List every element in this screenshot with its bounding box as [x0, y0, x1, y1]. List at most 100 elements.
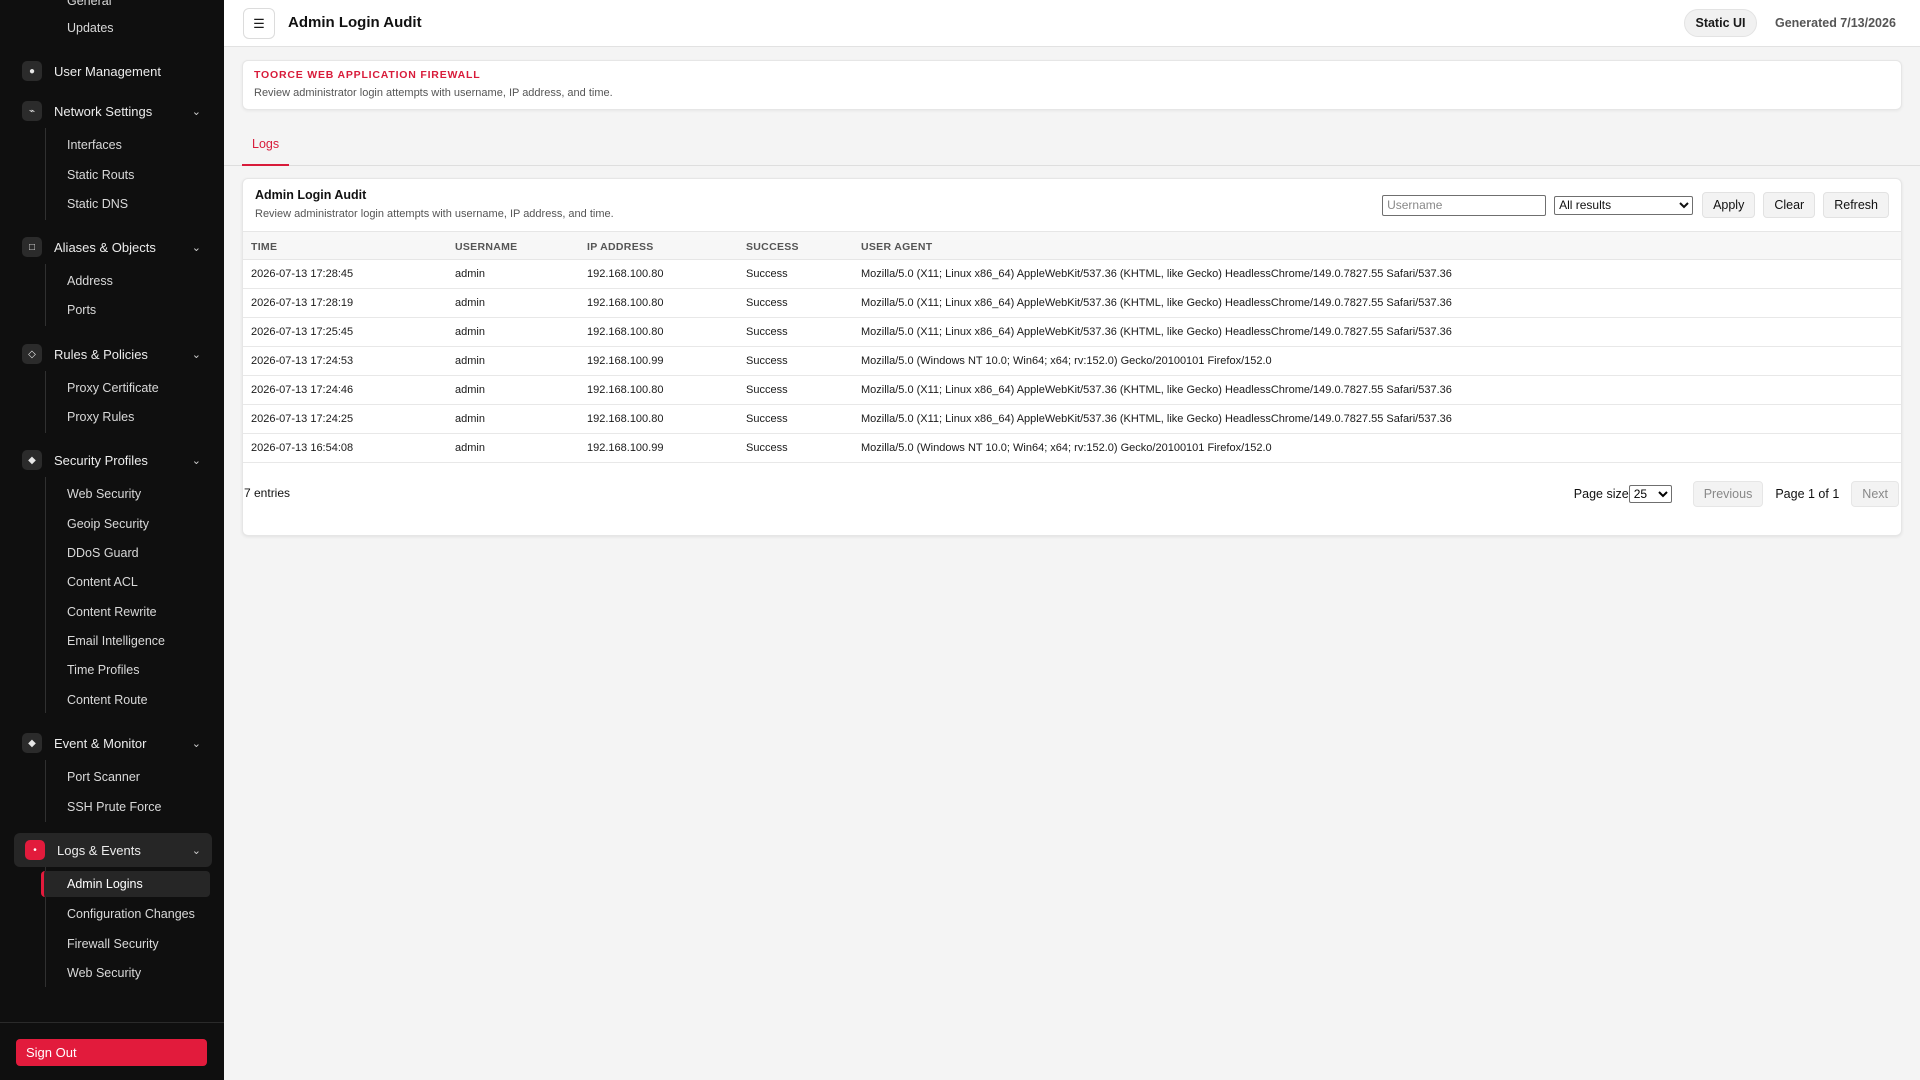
- sidebar-group-label: Network Settings: [54, 103, 153, 119]
- sidebar-group-label: Logs & Events: [57, 842, 141, 858]
- username-cell: admin: [455, 355, 485, 367]
- sidebar-item-content-acl[interactable]: Content ACL: [67, 574, 138, 590]
- table-row[interactable]: 2026-07-13 17:28:45 admin 192.168.100.80 Su…: [243, 260, 1901, 289]
- sidebar-group-event-monitor[interactable]: ◆ Event & Monitor ⌄: [22, 732, 202, 754]
- user-agent-cell: Mozilla/5.0 (X11; Linux x86_64) AppleWeb…: [861, 268, 1452, 280]
- column-header-username[interactable]: USERNAME: [455, 241, 518, 253]
- column-header-time[interactable]: TIME: [251, 241, 277, 253]
- table-row[interactable]: 2026-07-13 17:28:19 admin 192.168.100.80 Su…: [243, 289, 1901, 318]
- user-agent-cell: Mozilla/5.0 (X11; Linux x86_64) AppleWeb…: [861, 297, 1452, 309]
- result-filter-select[interactable]: All results: [1554, 195, 1694, 215]
- username-cell: admin: [455, 384, 485, 396]
- sidebar-group-label: Security Profiles: [54, 452, 148, 468]
- monitor-icon: ◆: [22, 733, 42, 753]
- page-size-label: Page size: [1573, 487, 1629, 501]
- time-cell: 2026-07-13 17:28:45: [251, 268, 354, 280]
- sidebar-group-label: User Management: [54, 63, 161, 79]
- table-row[interactable]: 2026-07-13 17:24:53 admin 192.168.100.99 Su…: [243, 347, 1901, 376]
- apply-button[interactable]: Apply: [1702, 192, 1756, 218]
- sidebar-item-port-scanner[interactable]: Port Scanner: [67, 769, 140, 785]
- table-row[interactable]: 2026-07-13 17:24:25 admin 192.168.100.80 Su…: [243, 405, 1901, 434]
- sidebar-item-ports[interactable]: Ports: [67, 302, 96, 318]
- sidebar-group-logs-events[interactable]: • Logs & Events ⌄: [14, 833, 212, 867]
- column-header-success[interactable]: SUCCESS: [746, 241, 799, 253]
- generated-date: Generated 7/13/2026: [1775, 16, 1896, 30]
- username-filter-input[interactable]: [1382, 194, 1547, 216]
- user-agent-cell: Mozilla/5.0 (Windows NT 10.0; Win64; x64…: [861, 442, 1272, 454]
- refresh-button[interactable]: Refresh: [1823, 192, 1889, 218]
- clear-button[interactable]: Clear: [1763, 192, 1816, 218]
- page-size-select[interactable]: 25: [1628, 485, 1672, 503]
- tree-line: [45, 477, 46, 713]
- username-cell: admin: [455, 326, 485, 338]
- sidebar-item-configuration-changes[interactable]: Configuration Changes: [67, 906, 195, 922]
- ip-address-cell: 192.168.100.80: [587, 297, 664, 309]
- sidebar-item-interfaces[interactable]: Interfaces: [67, 137, 122, 153]
- time-cell: 2026-07-13 17:25:45: [251, 326, 354, 338]
- tree-line: [45, 264, 46, 326]
- tab-bar: Logs: [224, 130, 1920, 166]
- sidebar-item-content-rewrite[interactable]: Content Rewrite: [67, 604, 157, 620]
- ip-address-cell: 192.168.100.80: [587, 268, 664, 280]
- sidebar-group-security-profiles[interactable]: ◆ Security Profiles ⌄: [22, 449, 202, 471]
- card-title: Admin Login Audit: [255, 188, 367, 202]
- sidebar-item-content-route[interactable]: Content Route: [67, 692, 148, 708]
- username-cell: admin: [455, 297, 485, 309]
- time-cell: 2026-07-13 16:54:08: [251, 442, 354, 454]
- sidebar-item-general[interactable]: General: [67, 0, 111, 9]
- success-cell: Success: [746, 326, 788, 338]
- table-row[interactable]: 2026-07-13 16:54:08 admin 192.168.100.99 Su…: [243, 434, 1901, 463]
- tab-logs[interactable]: Logs: [242, 130, 290, 166]
- sidebar-group-user-management[interactable]: ● User Management: [22, 60, 202, 82]
- sidebar-group-label: Rules & Policies: [54, 346, 148, 362]
- sidebar-group-network-settings[interactable]: ⌁ Network Settings ⌄: [22, 100, 202, 122]
- sidebar-item-admin-logins[interactable]: Admin Logins: [41, 871, 210, 897]
- table-row[interactable]: 2026-07-13 17:24:46 admin 192.168.100.80 Su…: [243, 376, 1901, 405]
- sidebar-scroll[interactable]: General Updates ● User Management ⌁ Netw…: [0, 0, 224, 1022]
- page-info: Page 1 of 1: [1775, 487, 1840, 501]
- chevron-down-icon: ⌄: [191, 348, 201, 361]
- sign-out-button[interactable]: Sign Out: [16, 1039, 207, 1066]
- sidebar-group-rules[interactable]: ◇ Rules & Policies ⌄: [22, 343, 202, 365]
- previous-page-button[interactable]: Previous: [1692, 481, 1764, 507]
- success-cell: Success: [746, 413, 788, 425]
- success-cell: Success: [746, 355, 788, 367]
- time-cell: 2026-07-13 17:28:19: [251, 297, 354, 309]
- user-agent-cell: Mozilla/5.0 (X11; Linux x86_64) AppleWeb…: [861, 413, 1452, 425]
- sidebar-item-updates[interactable]: Updates: [67, 20, 114, 36]
- sidebar-item-firewall-security[interactable]: Firewall Security: [67, 936, 159, 952]
- tree-line: [45, 760, 46, 822]
- sidebar: General Updates ● User Management ⌁ Netw…: [0, 0, 224, 1080]
- sidebar-item-ddos-guard[interactable]: DDoS Guard: [67, 545, 139, 561]
- filter-bar: All results Apply Clear Refresh: [1382, 192, 1889, 218]
- sidebar-item-static-dns[interactable]: Static DNS: [67, 196, 128, 212]
- sidebar-item-ssh-prute-force[interactable]: SSH Prute Force: [67, 799, 161, 815]
- product-name: TOORCE WEB APPLICATION FIREWALL: [254, 69, 481, 81]
- rules-icon: ◇: [22, 344, 42, 364]
- sidebar-item-static-routs[interactable]: Static Routs: [67, 167, 134, 183]
- shield-icon: ◆: [22, 450, 42, 470]
- chevron-down-icon: ⌄: [191, 105, 201, 118]
- sidebar-item-logs-web-security[interactable]: Web Security: [67, 965, 141, 981]
- network-icon: ⌁: [22, 101, 42, 121]
- column-header-ip-address[interactable]: IP ADDRESS: [587, 241, 654, 253]
- sidebar-group-label: Event & Monitor: [54, 735, 147, 751]
- menu-toggle-button[interactable]: ☰: [243, 8, 275, 39]
- sidebar-item-email-intelligence[interactable]: Email Intelligence: [67, 633, 165, 649]
- logs-icon: •: [25, 840, 45, 860]
- ip-address-cell: 192.168.100.99: [587, 442, 664, 454]
- top-bar: ☰ Admin Login Audit Static UI Generated …: [224, 0, 1920, 47]
- column-header-user-agent[interactable]: USER AGENT: [861, 241, 932, 253]
- entries-count: 7 entries: [244, 486, 291, 500]
- sidebar-item-address[interactable]: Address: [67, 273, 113, 289]
- next-page-button[interactable]: Next: [1851, 481, 1899, 507]
- sidebar-item-proxy-rules[interactable]: Proxy Rules: [67, 409, 134, 425]
- sidebar-item-geoip-security[interactable]: Geoip Security: [67, 516, 149, 532]
- sidebar-group-aliases[interactable]: □ Aliases & Objects ⌄: [22, 236, 202, 258]
- table-row[interactable]: 2026-07-13 17:25:45 admin 192.168.100.80 Su…: [243, 318, 1901, 347]
- tree-line: [45, 128, 46, 220]
- username-cell: admin: [455, 268, 485, 280]
- sidebar-item-time-profiles[interactable]: Time Profiles: [67, 662, 139, 678]
- sidebar-item-proxy-certificate[interactable]: Proxy Certificate: [67, 380, 159, 396]
- sidebar-item-web-security[interactable]: Web Security: [67, 486, 141, 502]
